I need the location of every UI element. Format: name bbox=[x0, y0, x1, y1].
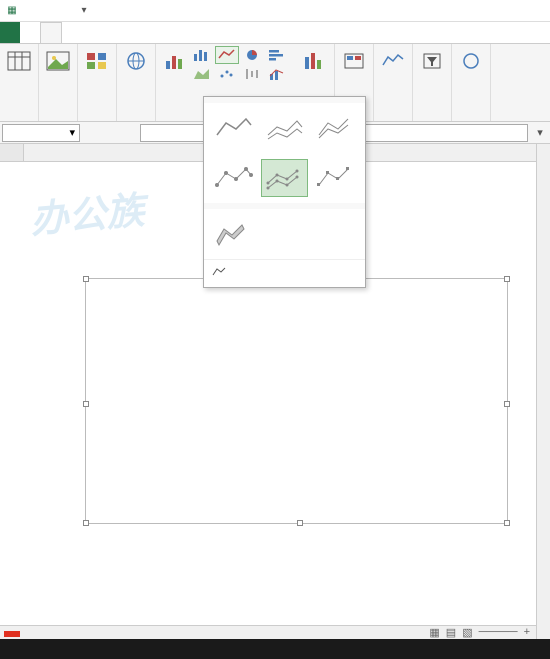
ribbon-options-icon[interactable] bbox=[460, 3, 480, 19]
filter-button[interactable] bbox=[417, 46, 447, 77]
qat-dropdown-icon[interactable]: ▾ bbox=[76, 3, 92, 19]
ribbon bbox=[0, 44, 550, 122]
view-break-icon[interactable]: ▧ bbox=[462, 626, 472, 639]
formula-expand-icon[interactable]: ▾ bbox=[532, 125, 548, 141]
tab-view[interactable] bbox=[142, 22, 162, 43]
fx-icon[interactable] bbox=[120, 125, 136, 141]
line-chart-icon[interactable] bbox=[215, 46, 239, 64]
chart-type-grid bbox=[190, 46, 300, 83]
pivot-chart-icon bbox=[302, 48, 328, 74]
tab-file[interactable] bbox=[0, 22, 20, 43]
tab-home[interactable] bbox=[20, 22, 40, 43]
resize-handle[interactable] bbox=[504, 276, 510, 282]
scatter-chart-icon[interactable] bbox=[215, 65, 239, 83]
sparkline-icon bbox=[380, 48, 406, 74]
pictures-button[interactable] bbox=[43, 46, 73, 77]
vertical-scrollbar[interactable] bbox=[536, 144, 550, 639]
pivot-chart-button[interactable] bbox=[300, 46, 330, 83]
tab-layout[interactable] bbox=[62, 22, 82, 43]
resize-handle[interactable] bbox=[297, 520, 303, 526]
chart-plot bbox=[86, 279, 509, 525]
view-normal-icon[interactable]: ▦ bbox=[429, 626, 439, 639]
bar-chart-icon[interactable] bbox=[265, 46, 289, 64]
name-box[interactable]: ▾ bbox=[2, 124, 80, 142]
excel-icon[interactable]: ▦ bbox=[4, 3, 20, 19]
quick-access-toolbar: ▦ ▾ bbox=[0, 3, 96, 19]
resize-handle[interactable] bbox=[504, 520, 510, 526]
office-badge bbox=[4, 631, 20, 637]
link-button[interactable] bbox=[456, 46, 486, 77]
tab-beautify[interactable] bbox=[162, 22, 182, 43]
resize-handle[interactable] bbox=[83, 401, 89, 407]
online-button[interactable] bbox=[121, 46, 151, 77]
line-markers-3[interactable] bbox=[312, 159, 359, 197]
line-markers-1[interactable] bbox=[210, 159, 257, 197]
help-icon[interactable] bbox=[438, 3, 458, 19]
title-bar: ▦ ▾ bbox=[0, 0, 550, 22]
undo-icon[interactable] bbox=[40, 3, 56, 19]
apps-button[interactable] bbox=[82, 46, 112, 77]
line-type-2[interactable] bbox=[261, 109, 308, 147]
ribbon-tabs bbox=[0, 22, 550, 44]
horizontal-scrollbar[interactable]: ▦ ▤ ▧ ─────+ bbox=[0, 625, 536, 639]
powerview-icon bbox=[341, 48, 367, 74]
column-chart-icon[interactable] bbox=[190, 46, 214, 64]
online-icon bbox=[123, 48, 149, 74]
line-chart-dropdown bbox=[203, 96, 366, 288]
tab-data[interactable] bbox=[102, 22, 122, 43]
status-bar bbox=[0, 639, 550, 659]
link-icon bbox=[458, 48, 484, 74]
login-link[interactable] bbox=[534, 22, 550, 43]
combo-chart-icon[interactable] bbox=[265, 65, 289, 83]
line-type-1[interactable] bbox=[210, 109, 257, 147]
resize-handle[interactable] bbox=[504, 401, 510, 407]
restore-icon[interactable] bbox=[504, 3, 524, 19]
area-chart-icon[interactable] bbox=[190, 65, 214, 83]
window-buttons bbox=[434, 3, 550, 19]
tab-review[interactable] bbox=[122, 22, 142, 43]
sparkline-button[interactable] bbox=[378, 46, 408, 77]
recommended-chart-icon bbox=[162, 48, 188, 74]
embedded-chart[interactable] bbox=[85, 278, 508, 524]
save-icon[interactable] bbox=[22, 3, 38, 19]
more-chart-icon bbox=[212, 266, 226, 281]
tab-formula[interactable] bbox=[82, 22, 102, 43]
picture-icon bbox=[45, 48, 71, 74]
stock-chart-icon[interactable] bbox=[240, 65, 264, 83]
watermark: 办公族 bbox=[28, 179, 146, 244]
powerview-button[interactable] bbox=[339, 46, 369, 77]
line-markers-2[interactable] bbox=[261, 159, 308, 197]
minimize-icon[interactable] bbox=[482, 3, 502, 19]
line-3d-1[interactable] bbox=[210, 215, 258, 253]
cancel-formula-icon[interactable] bbox=[84, 125, 100, 141]
recommended-charts-button[interactable] bbox=[160, 46, 190, 83]
resize-handle[interactable] bbox=[83, 276, 89, 282]
line-type-3[interactable] bbox=[312, 109, 359, 147]
more-line-charts[interactable] bbox=[204, 259, 365, 287]
enter-formula-icon[interactable] bbox=[102, 125, 118, 141]
view-layout-icon[interactable]: ▤ bbox=[446, 626, 456, 639]
close-icon[interactable] bbox=[526, 3, 546, 19]
apps-icon bbox=[84, 48, 110, 74]
filter-icon bbox=[419, 48, 445, 74]
table-icon bbox=[6, 48, 32, 74]
tab-insert[interactable] bbox=[40, 22, 62, 43]
redo-icon[interactable] bbox=[58, 3, 74, 19]
tables-button[interactable] bbox=[4, 46, 34, 77]
resize-handle[interactable] bbox=[83, 520, 89, 526]
pie-chart-icon[interactable] bbox=[240, 46, 264, 64]
select-all-corner[interactable] bbox=[0, 144, 24, 161]
